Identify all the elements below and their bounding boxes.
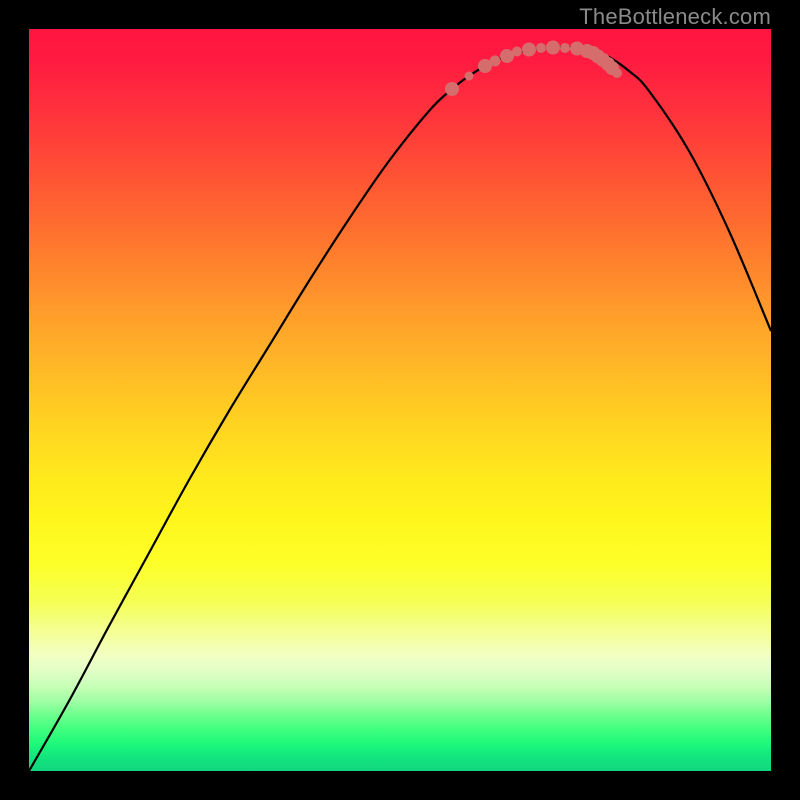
curve-marker [500,49,514,63]
curve-marker [445,82,459,96]
chart-svg [29,29,771,771]
curve-marker [536,43,546,53]
chart-frame: TheBottleneck.com [0,0,800,800]
curve-marker [490,56,501,67]
curve-marker [546,41,560,55]
curve-marker [512,47,522,57]
curve-marker [522,43,536,57]
curve-marker [465,72,474,81]
curve-marker [612,68,622,78]
plot-area [29,29,771,771]
curve-marker [560,43,570,53]
watermark-text: TheBottleneck.com [579,4,771,30]
bottleneck-curve [29,47,771,771]
curve-markers [445,41,622,97]
